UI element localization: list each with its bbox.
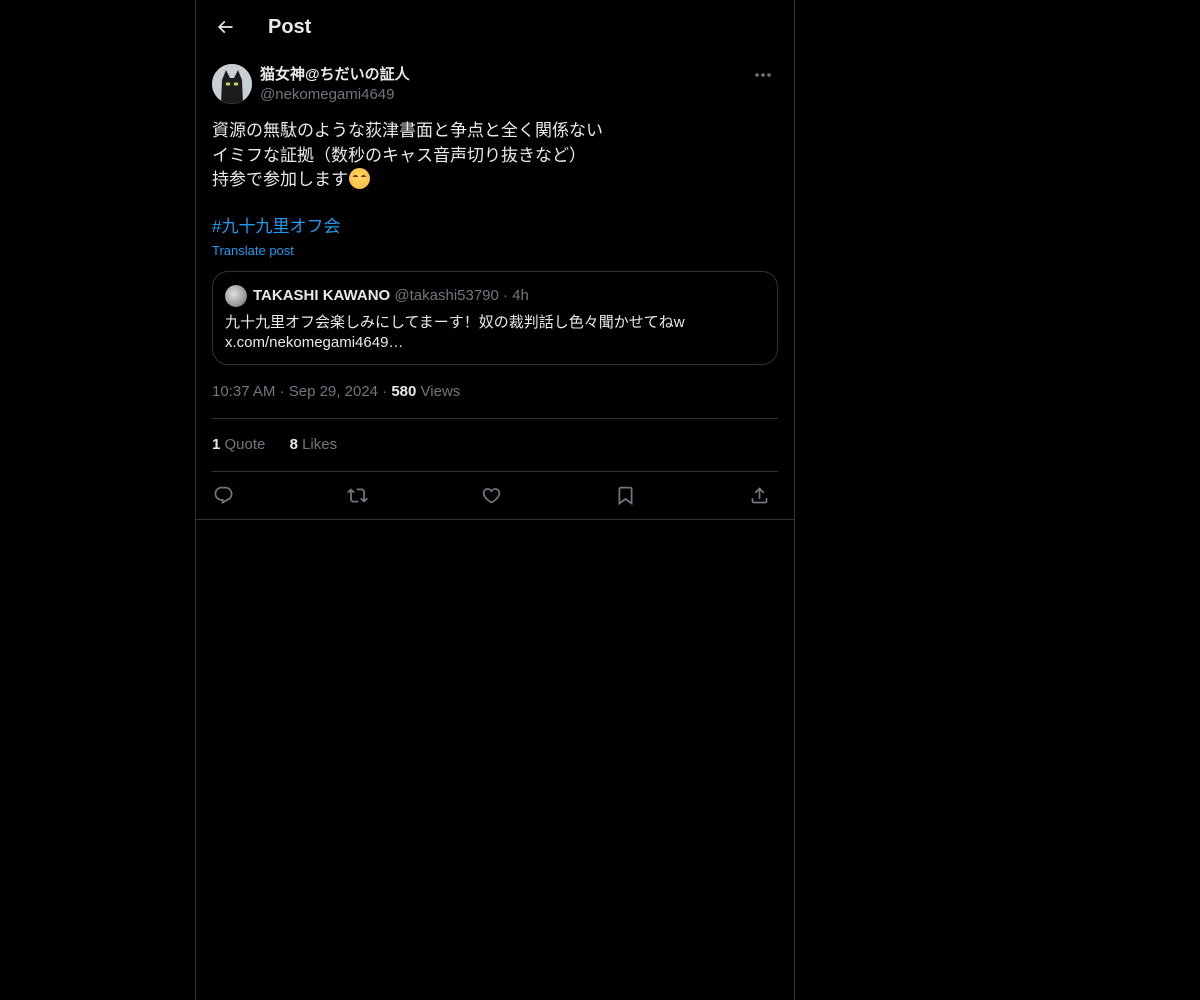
quoted-text-line: 九十九里オフ会楽しみにしてまーす！奴の裁判話し色々聞かせてねw [225,314,685,331]
post-date[interactable]: Sep 29, 2024 [289,383,378,400]
post-text-line-content: 持参で参加します [212,170,348,189]
quotes-count: 1 [212,436,221,453]
avatar[interactable] [212,64,252,104]
post-metadata: 10:37 AM · Sep 29, 2024 · 580 Views [212,382,460,402]
quoted-text-line: x.com/nekomegami4649… [225,334,404,351]
primary-column: Post 猫女神@ちだいの証人 @nekomegami4649 資源の無駄のよう… [195,0,795,1000]
quotes-stat[interactable]: 1 Quote [212,436,265,453]
likes-count: 8 [289,436,298,453]
share-icon [751,486,767,503]
bookmark-button[interactable] [608,478,642,512]
action-bar [212,478,778,512]
quoted-post-card[interactable]: TAKASHI KAWANO @takashi53790 · 4h 九十九里オフ… [212,271,778,365]
heart-icon [482,487,500,504]
post-text-line: 資源の無駄のような荻津書面と争点と全く関係ない [212,121,603,140]
divider [212,418,778,419]
more-options-button[interactable] [748,64,778,86]
likes-label: Likes [302,436,338,453]
repost-button[interactable] [340,478,374,512]
quoted-post-text: 九十九里オフ会楽しみにしてまーす！奴の裁判話し色々聞かせてねw x.com/ne… [225,313,765,353]
like-button[interactable] [474,478,508,512]
cat-avatar-icon [212,64,252,104]
divider [212,471,778,472]
repost-icon [346,487,368,503]
separator-dot: · [503,287,509,304]
reply-icon [214,486,232,504]
quoted-post-time: 4h [512,287,529,304]
separator-dot: · [382,383,388,400]
translate-post-link[interactable]: Translate post [212,242,294,260]
quoted-post-header: TAKASHI KAWANO @takashi53790 · 4h [253,286,529,306]
post-author: 猫女神@ちだいの証人 @nekomegami4649 [212,64,778,106]
views-count: 580 [391,383,417,400]
views-label: Views [420,383,461,400]
more-dots-icon [755,73,771,77]
likes-stat[interactable]: 8 Likes [290,436,338,453]
smiling-face-emoji-icon [349,168,370,189]
quotes-label: Quote [224,436,266,453]
author-display-name[interactable]: 猫女神@ちだいの証人 [260,65,410,85]
post-stats: 1 Quote 8 Likes [212,435,357,455]
hashtag-link[interactable]: #九十九里オフ会 [212,215,340,239]
post-timestamp[interactable]: 10:37 AM [212,383,275,400]
separator-dot: · [279,383,285,400]
quoted-author-name: TAKASHI KAWANO [253,287,391,304]
quoted-author-handle: @takashi53790 [394,287,499,304]
top-bar: Post [196,0,794,54]
post-text: 資源の無駄のような荻津書面と争点と全く関係ない イミフな証拠（数秒のキャス音声切… [212,119,778,193]
arrow-left-icon [217,20,233,34]
author-handle[interactable]: @nekomegami4649 [260,85,394,105]
back-button[interactable] [208,10,242,44]
page-title: Post [268,16,312,38]
share-button[interactable] [742,478,776,512]
quoted-author-avatar [225,285,247,307]
post-text-line: 持参で参加します [212,168,778,193]
reply-button[interactable] [206,478,240,512]
post-text-line: イミフな証拠（数秒のキャス音声切り抜きなど） [212,145,586,165]
divider [196,519,794,520]
bookmark-icon [618,486,632,505]
